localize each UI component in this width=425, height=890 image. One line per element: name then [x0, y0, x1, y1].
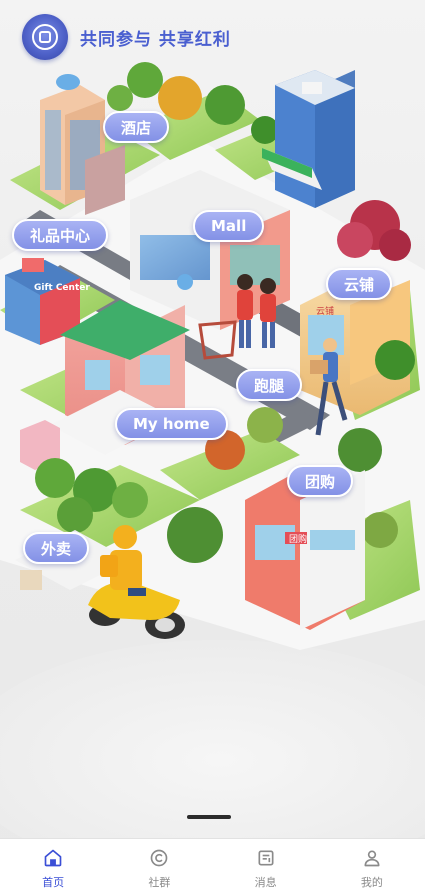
- profile-icon: [364, 850, 380, 867]
- mall-chip[interactable]: Mall: [193, 210, 265, 242]
- tab-community-label: 社群: [148, 876, 171, 889]
- hotel-chip[interactable]: 酒店: [103, 111, 170, 143]
- tab-home[interactable]: 首页: [0, 839, 106, 890]
- app-logo: [22, 14, 68, 60]
- tab-profile[interactable]: 我的: [319, 839, 425, 890]
- gift-center-sign: Gift Center: [34, 283, 90, 293]
- errand-chip[interactable]: 跑腿: [236, 369, 303, 401]
- home-icon: [44, 849, 62, 867]
- message-icon: [258, 850, 274, 866]
- header: 共同参与 共享红利: [22, 14, 231, 60]
- cloud-shop-sign: 云铺: [316, 305, 334, 317]
- slogan: 共同参与 共享红利: [80, 29, 231, 50]
- community-icon: [151, 849, 168, 867]
- group-buy-chip[interactable]: 团购: [287, 465, 354, 497]
- tab-messages-label: 消息: [254, 876, 277, 889]
- bottom-tab-bar: 首页 社群 消息 我的: [0, 838, 425, 890]
- tab-messages[interactable]: 消息: [213, 839, 319, 890]
- delivery-chip[interactable]: 外卖: [23, 532, 90, 564]
- tab-community[interactable]: 社群: [106, 839, 212, 890]
- group-buy-sign: 团购: [289, 533, 307, 545]
- my-home-chip[interactable]: My home: [115, 408, 228, 440]
- gift-center-chip[interactable]: 礼品中心: [12, 219, 109, 251]
- cloud-shop-chip[interactable]: 云铺: [326, 268, 393, 300]
- hotel-dome: [56, 74, 80, 90]
- home-indicator: [187, 815, 231, 819]
- home-page: 共同参与 共享红利 Gift Center 云铺 团购 酒店 礼品中心 Mall…: [0, 0, 425, 890]
- tab-home-label: 首页: [42, 876, 65, 889]
- tab-profile-label: 我的: [360, 876, 383, 889]
